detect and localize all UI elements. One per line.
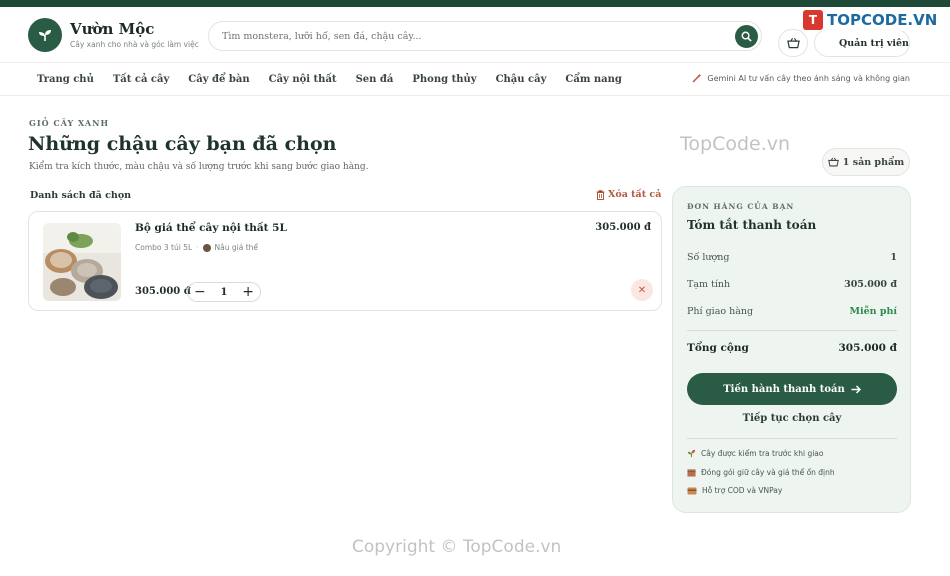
admin-label: Quản trị viên [839, 37, 909, 49]
nav-item-pots[interactable]: Chậu cây [496, 74, 547, 85]
subtotal-label: Tạm tính [687, 279, 731, 290]
trash-icon [596, 189, 605, 200]
watermark-logo: T TOPCODE.VN [800, 9, 941, 31]
clear-all-button[interactable]: Xóa tất cả [596, 189, 661, 200]
watermark-copyright: Copyright © TopCode.vn [352, 537, 562, 557]
summary-divider [687, 330, 897, 331]
summary-shipping-row: Phí giao hàng Miễn phí [687, 306, 897, 317]
credit-card-icon [687, 487, 697, 494]
cart-item: Bộ giá thể cây nội thất 5L Combo 3 túi 5… [28, 211, 662, 311]
product-image[interactable] [43, 223, 121, 301]
variant-color: Nâu giá thể [214, 243, 259, 252]
watermark-text: TopCode.vn [680, 133, 791, 155]
arrow-right-icon [851, 384, 861, 394]
variant-separator: · [196, 243, 199, 252]
summary-divider [687, 438, 897, 439]
search-button[interactable] [735, 25, 758, 48]
remove-item-button[interactable]: ✕ [631, 279, 653, 301]
page-title: Những chậu cây bạn đã chọn [28, 133, 337, 155]
quantity-stepper: − 1 + [187, 282, 261, 302]
top-strip [0, 0, 950, 7]
ai-advisor-text: Gemini AI tư vấn cây theo ánh sáng và kh… [707, 73, 910, 83]
note-payment: Hỗ trợ COD và VNPay [687, 486, 782, 495]
shipping-label: Phí giao hàng [687, 306, 754, 317]
note-inspected: Cây được kiểm tra trước khi giao [687, 449, 823, 458]
quantity-label: Số lượng [687, 252, 730, 263]
product-name[interactable]: Bộ giá thể cây nội thất 5L [135, 222, 287, 234]
main-nav: Trang chủ Tất cả cây Cây để bàn Cây nội … [0, 63, 950, 96]
nav-item-all-plants[interactable]: Tất cả cây [113, 74, 169, 85]
brand-logo[interactable] [28, 17, 62, 52]
summary-total-row: Tổng cộng 305.000 đ [687, 342, 897, 354]
watermark-letter: T [803, 10, 823, 30]
subtotal-value: 305.000 đ [844, 279, 897, 290]
nav-item-succulents[interactable]: Sen đá [356, 74, 394, 85]
search-icon [741, 31, 752, 42]
brand-block: Vườn Mộc Cây xanh cho nhà và góc làm việ… [70, 20, 199, 49]
variant-size: Combo 3 túi 5L [135, 243, 193, 252]
brand-name[interactable]: Vườn Mộc [70, 20, 199, 38]
checkout-label: Tiến hành thanh toán [723, 383, 845, 395]
quantity-total: 1 [890, 252, 897, 263]
nav-item-indoor-plants[interactable]: Cây nội thất [269, 74, 337, 85]
cart-button[interactable] [778, 29, 808, 57]
note-inspected-text: Cây được kiểm tra trước khi giao [701, 449, 824, 458]
summary-eyebrow: ĐƠN HÀNG CỦA BẠN [687, 202, 795, 211]
sprout-icon [39, 29, 51, 41]
watermark-logo-text: TOPCODE.VN [827, 11, 938, 29]
product-photo [43, 223, 121, 301]
search-input[interactable] [222, 30, 722, 42]
basket-icon [827, 157, 839, 167]
increase-quantity-button[interactable]: + [242, 285, 254, 299]
sprout-icon [687, 449, 696, 458]
package-icon [687, 469, 696, 477]
total-label: Tổng cộng [687, 342, 749, 354]
search-bar [208, 21, 762, 51]
product-variant: Combo 3 túi 5L · Nâu giá thể [135, 243, 258, 252]
admin-button[interactable]: Quản trị viên [814, 29, 910, 57]
checkout-button[interactable]: Tiến hành thanh toán [687, 373, 897, 405]
nav-item-desk-plants[interactable]: Cây để bàn [188, 74, 249, 85]
note-payment-text: Hỗ trợ COD và VNPay [702, 486, 783, 495]
note-packaging-text: Đóng gói giữ cây và giá thể ổn định [701, 468, 835, 477]
order-summary: ĐƠN HÀNG CỦA BẠN Tóm tắt thanh toán Số l… [672, 186, 911, 513]
summary-title: Tóm tắt thanh toán [687, 218, 817, 232]
decrease-quantity-button[interactable]: − [194, 285, 206, 299]
cart-list-heading: Danh sách đã chọn [30, 190, 132, 201]
note-packaging: Đóng gói giữ cây và giá thể ổn định [687, 468, 835, 477]
item-count-badge: 1 sản phẩm [822, 148, 910, 176]
page-subtitle: Kiểm tra kích thước, màu chậu và số lượn… [29, 162, 369, 172]
clear-all-label: Xóa tất cả [608, 189, 662, 200]
color-swatch [202, 243, 211, 252]
summary-quantity-row: Số lượng 1 [687, 252, 897, 263]
item-count-label: 1 sản phẩm [842, 156, 905, 168]
page-eyebrow: GIỎ CÂY XANH [29, 118, 109, 128]
continue-shopping-link[interactable]: Tiếp tục chọn cây [687, 413, 897, 424]
item-unit-price: 305.000 đ [135, 286, 191, 297]
item-line-total: 305.000 đ [595, 222, 651, 233]
nav-item-guide[interactable]: Cẩm nang [565, 74, 622, 85]
ai-advisor-link[interactable]: Gemini AI tư vấn cây theo ánh sáng và kh… [692, 73, 910, 83]
basket-icon [786, 38, 800, 49]
nav-item-fengshui[interactable]: Phong thủy [412, 74, 476, 85]
magic-wand-icon [692, 73, 702, 83]
close-icon: ✕ [637, 284, 647, 296]
total-value: 305.000 đ [838, 342, 898, 354]
brand-tagline: Cây xanh cho nhà và góc làm việc [70, 40, 199, 49]
shipping-value: Miễn phí [849, 306, 897, 317]
nav-item-home[interactable]: Trang chủ [37, 74, 94, 85]
summary-subtotal-row: Tạm tính 305.000 đ [687, 279, 897, 290]
quantity-value[interactable]: 1 [221, 287, 228, 298]
